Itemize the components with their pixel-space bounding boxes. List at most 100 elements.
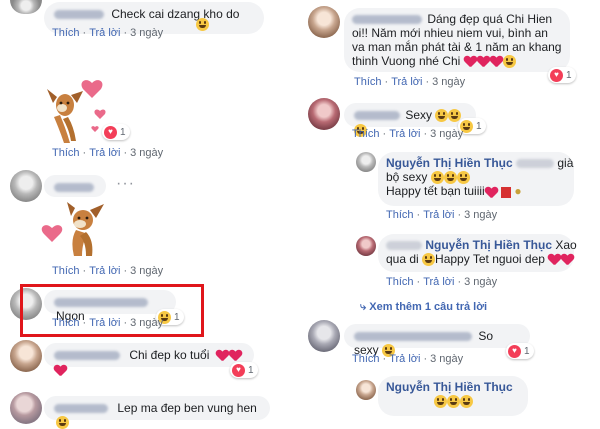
like-link[interactable]: Thích	[354, 76, 382, 88]
timestamp[interactable]: 3 ngày	[432, 76, 465, 88]
commenter-avatar[interactable]	[10, 392, 42, 424]
commenter-avatar[interactable]	[308, 98, 340, 130]
left-comment-column: Check cai dzang kho do Thích · Trả lời · 3 n…	[0, 0, 300, 429]
see-more-replies-link[interactable]: ⤷ Xem thêm 1 câu trả lời	[360, 301, 487, 314]
comment-actions: Thích · Trả lời · 3 ngày	[52, 147, 164, 159]
comment-actions: Thích · Trả lời · 3 ngày	[352, 353, 464, 365]
reply-link[interactable]: Trả lời	[389, 353, 420, 365]
like-link[interactable]: Thích	[386, 276, 414, 288]
right-comment-column: Dáng đẹp quá Chi Hien oi!! Năm mới nhieu…	[300, 0, 600, 422]
comment-bubble: Dáng đẹp quá Chi Hien oi!! Năm mới nhieu…	[344, 8, 570, 72]
laughing-emoji-icon	[196, 18, 209, 31]
author-name[interactable]: Nguyễn Thị Hiền Thục	[425, 238, 552, 252]
blurred-author-name[interactable]	[354, 332, 472, 342]
timestamp[interactable]: 3 ngày	[464, 276, 497, 288]
timestamp[interactable]: 3 ngày	[430, 128, 463, 140]
laughing-emoji-icon	[430, 171, 444, 185]
comment-bubble: Sexy	[344, 103, 476, 137]
dog-sticker-hearts	[40, 75, 110, 145]
comment-actions: Thích · Trả lời · 3 ngày	[386, 276, 498, 288]
comment-actions: Thích · Trả lời · 3 ngày	[354, 76, 466, 88]
heart-emojis	[464, 54, 516, 69]
reply-bubble: Nguyễn Thị Hiền Thục	[378, 376, 528, 416]
reply-link[interactable]: Trả lời	[89, 27, 120, 39]
replier-avatar[interactable]	[356, 380, 376, 400]
reply-link[interactable]: Trả lời	[423, 276, 454, 288]
dog-sticker-heart	[40, 200, 110, 262]
reply-link[interactable]: Trả lời	[89, 317, 120, 329]
timestamp[interactable]: 3 ngày	[130, 317, 163, 329]
like-link[interactable]: Thích	[52, 27, 80, 39]
laughing-emoji-icon	[443, 171, 457, 185]
timestamp[interactable]: 3 ngày	[130, 27, 163, 39]
commenter-avatar[interactable]	[10, 170, 42, 202]
laughing-emoji-icon	[422, 253, 436, 267]
comment-text: Sexy	[405, 108, 433, 122]
love-reaction-icon: ♥	[550, 68, 563, 82]
laughing-emoji-icon	[460, 395, 473, 409]
blurred-author-name[interactable]	[54, 298, 148, 308]
reply-bubble: Nguyễn Thị Hiền Thục Xao qua di Happy Te…	[378, 234, 577, 272]
love-reaction-icon: ♥	[508, 344, 521, 358]
commenter-avatar[interactable]	[10, 0, 42, 14]
blurred-author-name[interactable]	[352, 15, 422, 25]
reply-link[interactable]: Trả lời	[423, 209, 454, 221]
more-options-icon[interactable]: ···	[116, 175, 135, 193]
kissing-emoji-icon	[435, 109, 449, 123]
replier-avatar[interactable]	[356, 236, 376, 256]
laughing-emoji-icon	[434, 395, 447, 409]
like-link[interactable]: Thích	[352, 128, 380, 140]
love-reaction-icon: ♥	[232, 363, 245, 377]
like-link[interactable]: Thích	[386, 209, 414, 221]
author-name[interactable]: Nguyễn Thị Hiền Thục	[386, 380, 513, 394]
love-reaction-icon: ♥	[104, 125, 117, 139]
blurred-tag[interactable]	[516, 159, 555, 169]
reply-link[interactable]: Trả lời	[89, 147, 120, 159]
reaction-count[interactable]: ♥ 1	[230, 362, 258, 378]
comment-text: Check cai dzang kho do	[111, 7, 240, 21]
laughing-emoji-icon	[447, 395, 460, 409]
comment-actions: Thích · Trả lời · 3 ngày	[52, 27, 164, 39]
reply-link[interactable]: Trả lời	[391, 76, 422, 88]
reply-arrow-icon: ⤷	[360, 301, 367, 313]
blurred-tag[interactable]	[386, 241, 422, 251]
laughing-emoji-icon	[456, 171, 470, 185]
author-name[interactable]: Nguyễn Thị Hiền Thục	[386, 156, 513, 170]
heart-icon	[485, 186, 498, 199]
heart-eyes-emoji-icon	[502, 55, 516, 69]
heart-icon	[561, 253, 574, 266]
blurred-author-name[interactable]	[54, 183, 94, 193]
timestamp[interactable]: 3 ngày	[130, 147, 163, 159]
reply-link[interactable]: Trả lời	[389, 128, 420, 140]
timestamp[interactable]: 3 ngày	[430, 353, 463, 365]
blurred-author-name[interactable]	[54, 404, 108, 414]
like-link[interactable]: Thích	[52, 265, 80, 277]
reaction-count[interactable]: ♥ 1	[506, 343, 534, 359]
replier-avatar[interactable]	[356, 152, 376, 172]
reply-bubble: Nguyễn Thị Hiền Thục già bộ sexy Happy t…	[378, 152, 574, 206]
comment-text: Lep ma đep ben vung hen	[117, 401, 257, 415]
blurred-author-name[interactable]	[54, 351, 120, 361]
like-link[interactable]: Thích	[52, 317, 80, 329]
laughing-emoji-icon	[56, 416, 69, 429]
reaction-count[interactable]: ♥ 1	[548, 67, 576, 83]
comment-actions: Thích · Trả lời · 3 ngày	[352, 128, 464, 140]
timestamp[interactable]: 3 ngày	[130, 265, 163, 277]
commenter-avatar[interactable]	[308, 320, 340, 352]
reaction-count[interactable]: ♥ 1	[102, 124, 130, 140]
comment-actions: Thích · Trả lời · 3 ngày	[386, 209, 498, 221]
money-bag-icon: ●	[514, 184, 522, 199]
red-envelope-icon	[501, 186, 512, 198]
commenter-avatar[interactable]	[308, 6, 340, 38]
comment-actions: Thích · Trả lời · 3 ngày	[52, 265, 164, 277]
like-link[interactable]: Thích	[52, 147, 80, 159]
timestamp[interactable]: 3 ngày	[464, 209, 497, 221]
like-link[interactable]: Thích	[352, 353, 380, 365]
blurred-author-name[interactable]	[54, 10, 104, 20]
commenter-avatar[interactable]	[10, 340, 42, 372]
comment-text: Chi đep ko tuổi	[129, 348, 210, 362]
blurred-author-name[interactable]	[354, 111, 400, 121]
reply-link[interactable]: Trả lời	[89, 265, 120, 277]
comment-bubble: Lep ma đep ben vung hen	[44, 396, 270, 429]
heart-icon	[548, 253, 561, 266]
